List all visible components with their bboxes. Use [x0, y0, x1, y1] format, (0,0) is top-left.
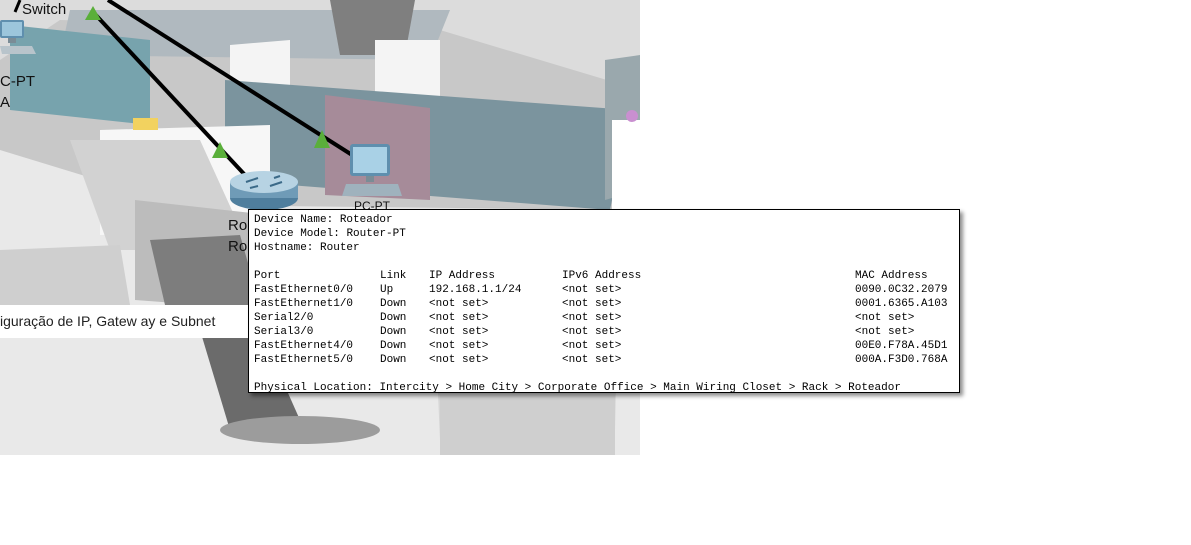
device-model-line: Device Model: Router-PT — [254, 228, 406, 240]
pc-left-icon[interactable] — [0, 18, 40, 73]
device-name-value: Roteador — [339, 214, 393, 226]
physical-location-value: Intercity > Home City > Corporate Office… — [379, 382, 901, 394]
port-row: Serial3/0 Down <not set> <not set> <not set> — [254, 326, 915, 338]
col-ipv6-header: IPv6 Address — [562, 270, 642, 282]
device-model-value: Router-PT — [346, 228, 406, 240]
col-mac-header: MAC Address — [855, 270, 928, 282]
port-row: FastEthernet5/0 Down <not set> <not set> 000… — [254, 354, 948, 366]
physical-location-line: Physical Location: Intercity > Home City… — [254, 382, 901, 394]
router-icon[interactable] — [228, 168, 300, 212]
pc-center-icon[interactable] — [342, 142, 404, 200]
router-label-sub: Ro — [228, 238, 248, 255]
col-port-header: Port — [254, 270, 281, 282]
switch-label: Switch — [22, 1, 67, 18]
port-row: Serial2/0 Down <not set> <not set> <not set> — [254, 312, 915, 324]
hostname-line: Hostname: Router — [254, 242, 360, 254]
router-label-name: Ro — [228, 217, 248, 234]
canvas-note[interactable]: iguração de IP, Gatew ay e Subnet — [0, 305, 252, 338]
hostname-value: Router — [320, 242, 360, 254]
port-row: FastEthernet4/0 Down <not set> <not set> 00E… — [254, 340, 948, 352]
port-row: FastEthernet0/0 Up 192.168.1.1/24 <not set>… — [254, 284, 948, 296]
device-name-line: Device Name: Roteador — [254, 214, 393, 226]
col-ip-header: IP Address — [429, 270, 496, 282]
col-link-header: Link — [380, 270, 407, 282]
pc-left-label-name: C-PT — [0, 73, 35, 90]
port-table-header: Port Link IP Address IPv6 Address MAC Ad… — [254, 269, 959, 283]
port-row: FastEthernet1/0 Down <not set> <not set> 000… — [254, 298, 948, 310]
device-info-tooltip: Device Name: Roteador Device Model: Rout… — [248, 209, 960, 394]
pc-left-label-sub: A — [0, 94, 11, 111]
